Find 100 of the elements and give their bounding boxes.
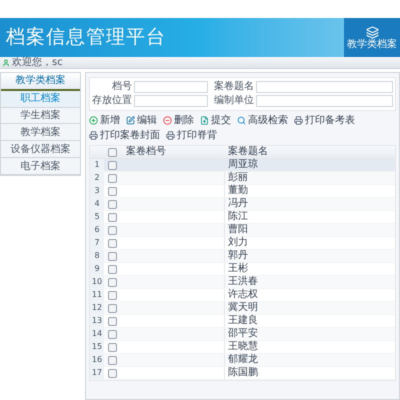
toolbar-button[interactable]: 删除 — [163, 114, 194, 127]
delete-icon — [163, 116, 172, 125]
toolbar-button[interactable]: 打印备考表 — [294, 114, 355, 127]
table-cell-text: 郁耀龙 — [227, 355, 259, 365]
table-row[interactable]: 4 冯丹 — [90, 198, 395, 211]
table-cell-text: 王彬 — [227, 264, 249, 274]
checkbox[interactable] — [108, 330, 116, 338]
sidebar-title: 教学类档案 — [1, 73, 80, 91]
checkbox[interactable] — [108, 264, 116, 274]
field-label: 编制单位 — [213, 96, 254, 106]
table-row[interactable]: 9 王彬 — [90, 263, 395, 276]
row-number: 16 — [90, 354, 104, 366]
table-row[interactable]: 3 董勤 — [90, 185, 395, 198]
row-number: 15 — [90, 341, 104, 353]
table-cell-text: 邵平安 — [227, 329, 259, 339]
table-cell-text: 冀天明 — [227, 303, 259, 313]
checkbox[interactable] — [108, 174, 116, 182]
input-field[interactable] — [134, 95, 208, 107]
table-cell-text: 王洪春 — [227, 277, 259, 287]
sidebar-item[interactable]: 设备仪器档案 — [1, 141, 80, 158]
welcome-text: 欢迎您，sc — [12, 58, 63, 68]
table-cell-text: 陈江 — [227, 212, 249, 222]
toolbar-button[interactable]: 提交 — [200, 114, 231, 127]
row-number: 9 — [90, 263, 104, 275]
checkbox[interactable] — [108, 148, 116, 156]
row-number: 4 — [90, 198, 104, 210]
sidebar-item[interactable]: 学生档案 — [1, 108, 80, 124]
sidebar-item[interactable]: 职工档案 — [1, 90, 80, 108]
printer-icon — [166, 131, 175, 140]
table-row[interactable]: 15 王晓慧 — [90, 341, 395, 354]
checkbox[interactable] — [108, 356, 116, 364]
printer-icon — [89, 131, 98, 140]
table-row[interactable]: 14 邵平安 — [90, 328, 395, 341]
row-number: 17 — [90, 367, 104, 379]
table-cell-text: 刘力 — [227, 238, 249, 248]
checkbox[interactable] — [108, 290, 116, 300]
table-cell-text: 陈国鹏 — [227, 368, 259, 378]
table-row[interactable]: 13 王建良 — [90, 315, 395, 328]
row-number: 14 — [90, 328, 104, 340]
toolbar-button[interactable]: 编辑 — [126, 114, 157, 127]
table-row[interactable]: 1 周亚琼 — [90, 159, 395, 172]
table-cell-text: 王晓慧 — [227, 342, 259, 352]
toolbar-button[interactable]: 高级检索 — [237, 114, 288, 127]
table-cell-text: 彭丽 — [227, 173, 249, 183]
table-row[interactable]: 7 刘力 — [90, 237, 395, 250]
table-row[interactable]: 5 陈江 — [90, 211, 395, 224]
row-number: 7 — [90, 237, 104, 249]
checkbox[interactable] — [108, 212, 116, 222]
table-row[interactable]: 12 冀天明 — [90, 302, 395, 315]
checkbox[interactable] — [108, 304, 116, 312]
input-field[interactable] — [256, 81, 393, 93]
checkbox[interactable] — [108, 252, 116, 260]
upload-icon — [200, 116, 209, 125]
table-cell-text: 许志权 — [227, 290, 259, 300]
row-number: 8 — [90, 250, 104, 262]
edit-icon — [126, 116, 135, 125]
checkbox[interactable] — [108, 278, 116, 286]
toolbar-button[interactable]: 新增 — [89, 114, 120, 127]
app-title: 档案信息管理平台 — [5, 25, 167, 50]
table-row[interactable]: 17 陈国鹏 — [90, 367, 395, 380]
field-label: 存放位置 — [92, 96, 132, 106]
toolbar-button[interactable]: 打印案卷封面 — [89, 129, 160, 142]
row-number: 5 — [90, 211, 104, 223]
checkbox[interactable] — [108, 160, 116, 170]
checkbox[interactable] — [108, 316, 116, 326]
table-row[interactable]: 11 许志权 — [90, 289, 395, 302]
row-number: 11 — [90, 289, 104, 301]
sidebar-item[interactable]: 电子档案 — [1, 158, 80, 175]
table-cell-text: 曹阳 — [227, 225, 249, 235]
table-row[interactable]: 2 彭丽 — [90, 172, 395, 185]
table-row[interactable]: 6 曹阳 — [90, 224, 395, 237]
search-icon — [237, 116, 246, 125]
table-row[interactable]: 8 郭丹 — [90, 250, 395, 263]
table-cell-text: 冯丹 — [227, 199, 249, 209]
printer-icon — [294, 116, 303, 125]
column-header: 案卷档号 — [125, 147, 167, 157]
checkbox[interactable] — [108, 238, 116, 248]
module-button[interactable]: 教学类档案 — [344, 18, 400, 57]
field-label: 案卷题名 — [213, 82, 254, 92]
stack-icon — [366, 26, 378, 38]
column-header: 案卷题名 — [227, 147, 269, 157]
row-number: 10 — [90, 276, 104, 288]
row-number: 12 — [90, 302, 104, 314]
table-row[interactable]: 16 郁耀龙 — [90, 354, 395, 367]
sidebar-item[interactable]: 教学档案 — [1, 124, 80, 142]
table-row[interactable]: 10 王洪春 — [90, 276, 395, 289]
checkbox[interactable] — [108, 342, 116, 352]
table-cell-text: 郭丹 — [227, 251, 249, 261]
checkbox[interactable] — [108, 200, 116, 208]
toolbar-button[interactable]: 打印脊背 — [166, 129, 217, 142]
row-number: 2 — [90, 172, 104, 184]
checkbox[interactable] — [108, 226, 116, 234]
checkbox[interactable] — [108, 186, 116, 196]
user-icon — [2, 58, 10, 66]
row-number: 3 — [90, 185, 104, 197]
table-cell-text: 董勤 — [227, 186, 249, 196]
checkbox[interactable] — [108, 368, 116, 378]
input-field[interactable] — [134, 81, 208, 93]
row-number: 1 — [90, 159, 104, 171]
input-field[interactable] — [256, 95, 393, 107]
